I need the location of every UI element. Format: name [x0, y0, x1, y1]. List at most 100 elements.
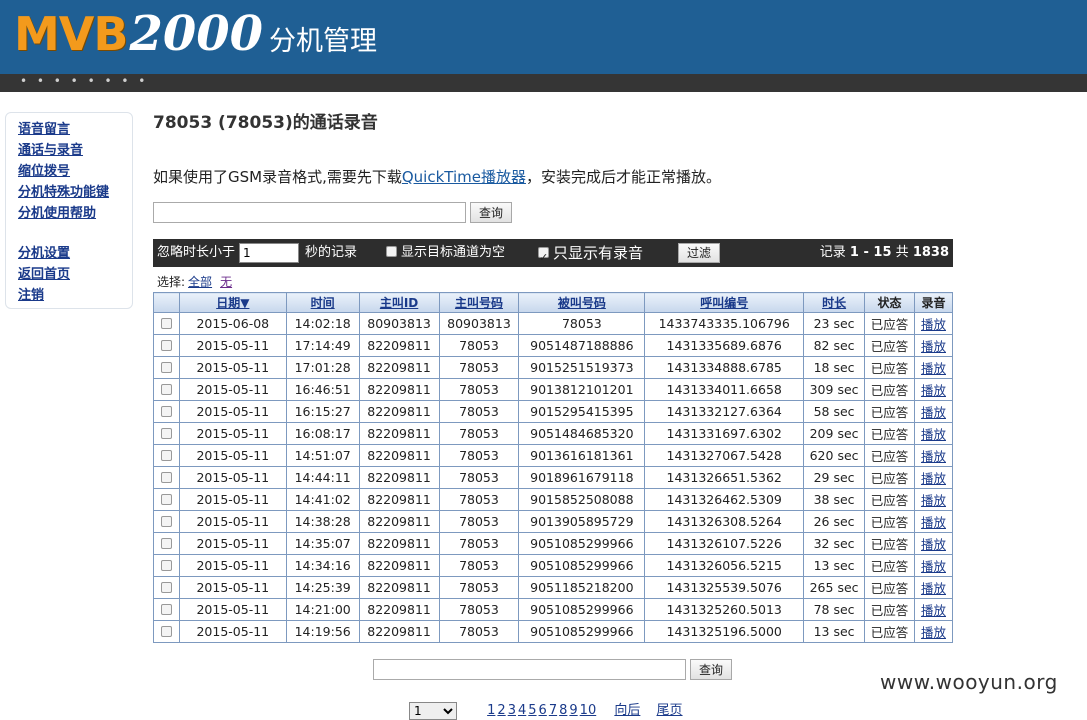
select-row: 选择: 全部无 [157, 273, 232, 290]
play-link[interactable]: 播放 [921, 515, 946, 530]
sidebar-item-logout[interactable]: 注销 [18, 285, 132, 306]
play-link[interactable]: 播放 [921, 449, 946, 464]
play-link[interactable]: 播放 [921, 559, 946, 574]
only-recorded-checkbox[interactable] [538, 244, 549, 272]
search-button-bottom[interactable]: 查询 [690, 659, 733, 680]
header-caller-id[interactable]: 主叫ID [358, 292, 440, 313]
cell-call-id: 1431326056.5215 [644, 554, 805, 577]
row-checkbox[interactable] [160, 494, 172, 505]
row-checkbox[interactable] [160, 428, 172, 439]
sidebar-item-calls-recordings[interactable]: 通话与录音 [18, 140, 132, 161]
cell-duration: 620 sec [803, 444, 866, 467]
cell-date: 2015-05-11 [178, 444, 287, 467]
sidebar-item-home[interactable]: 返回首页 [18, 264, 132, 285]
only-recorded-toggle[interactable]: 只显示有录音 [538, 239, 643, 272]
row-checkbox[interactable] [160, 340, 172, 351]
header-time[interactable]: 时间 [285, 292, 360, 313]
cell-caller-id: 82209811 [358, 620, 440, 643]
play-link[interactable]: 播放 [921, 471, 946, 486]
search-input-top[interactable] [153, 202, 466, 223]
sort-date-link[interactable]: 日期▼ [216, 296, 249, 310]
row-checkbox[interactable] [160, 516, 172, 527]
cell-callee: 9013616181361 [518, 444, 646, 467]
header-duration[interactable]: 时长 [803, 292, 866, 313]
sidebar-item-help[interactable]: 分机使用帮助 [18, 203, 132, 224]
cell-call-id: 1431331697.6302 [644, 422, 805, 445]
row-checkbox[interactable] [160, 582, 172, 593]
play-link[interactable]: 播放 [921, 581, 946, 596]
records-total: 1838 [912, 245, 949, 260]
cell-callee: 9018961679118 [518, 466, 646, 489]
row-checkbox[interactable] [160, 626, 172, 637]
header-caller-number[interactable]: 主叫号码 [438, 292, 520, 313]
sidebar-item-settings[interactable]: 分机设置 [18, 243, 132, 264]
header-callee-number[interactable]: 被叫号码 [518, 292, 646, 313]
select-label: 选择: [157, 275, 186, 289]
cell-call-id: 1431335689.6876 [644, 334, 805, 357]
row-select-cell [153, 620, 180, 643]
sort-call-id-link[interactable]: 呼叫编号 [700, 296, 748, 310]
play-link[interactable]: 播放 [921, 603, 946, 618]
play-link[interactable]: 播放 [921, 361, 946, 376]
records-prefix: 记录 [819, 245, 846, 260]
play-link[interactable]: 播放 [921, 537, 946, 552]
header-call-id[interactable]: 呼叫编号 [644, 292, 805, 313]
show-target-empty-label: 显示目标通道为空 [401, 245, 506, 260]
play-link[interactable]: 播放 [921, 405, 946, 420]
search-button-top[interactable]: 查询 [470, 202, 513, 223]
cell-caller-number: 78053 [438, 620, 520, 643]
cell-recording: 播放 [913, 312, 954, 335]
sidebar-item-special-keys[interactable]: 分机特殊功能键 [18, 182, 132, 203]
play-link[interactable]: 播放 [921, 427, 946, 442]
table-row: 2015-05-11 14:25:39 82209811 78053 905118521… [153, 576, 954, 599]
cell-date: 2015-06-08 [178, 312, 287, 335]
sort-time-link[interactable]: 时间 [311, 296, 335, 310]
quicktime-link[interactable]: QuickTime播放器 [402, 168, 526, 186]
row-checkbox[interactable] [160, 384, 172, 395]
header-date[interactable]: 日期▼ [178, 292, 287, 313]
row-checkbox[interactable] [160, 604, 172, 615]
play-link[interactable]: 播放 [921, 625, 946, 640]
filter-bar: 忽略时长小于 秒的记录 显示目标通道为空 只显示有录音 过滤 记录 1 - 15… [153, 239, 953, 272]
cell-caller-id: 82209811 [358, 444, 440, 467]
ignore-duration-input[interactable] [239, 242, 299, 263]
table-row: 2015-05-11 17:14:49 82209811 78053 905148718… [153, 334, 954, 357]
select-all-link[interactable]: 全部 [188, 275, 212, 289]
sort-duration-link[interactable]: 时长 [822, 296, 846, 310]
row-checkbox[interactable] [160, 560, 172, 571]
row-checkbox[interactable] [160, 406, 172, 417]
row-checkbox[interactable] [160, 318, 172, 329]
play-link[interactable]: 播放 [921, 317, 946, 332]
cell-recording: 播放 [913, 356, 954, 379]
header-status: 状态 [864, 292, 915, 313]
search-input-bottom[interactable] [373, 659, 686, 680]
select-none-link[interactable]: 无 [220, 275, 232, 289]
cell-callee: 9015251519373 [518, 356, 646, 379]
row-checkbox[interactable] [160, 472, 172, 483]
play-link[interactable]: 播放 [921, 383, 946, 398]
row-checkbox[interactable] [160, 538, 172, 549]
play-link[interactable]: 播放 [921, 339, 946, 354]
row-checkbox[interactable] [160, 362, 172, 373]
sort-caller-id-link[interactable]: 主叫ID [380, 296, 418, 310]
sort-caller-number-link[interactable]: 主叫号码 [455, 296, 503, 310]
row-select-cell [153, 444, 180, 467]
cell-callee: 9013905895729 [518, 510, 646, 533]
cell-recording: 播放 [913, 466, 954, 489]
filter-button[interactable]: 过滤 [678, 242, 721, 263]
cell-duration: 82 sec [803, 334, 866, 357]
show-target-empty-checkbox[interactable] [386, 246, 397, 257]
app-header: MVB2000 分机管理 [0, 0, 1087, 74]
row-checkbox[interactable] [160, 450, 172, 461]
cell-date: 2015-05-11 [178, 510, 287, 533]
cell-time: 14:34:16 [285, 554, 360, 577]
sort-callee-number-link[interactable]: 被叫号码 [558, 296, 606, 310]
play-link[interactable]: 播放 [921, 493, 946, 508]
sidebar-item-voicemail[interactable]: 语音留言 [18, 119, 132, 140]
show-target-empty-toggle[interactable]: 显示目标通道为空 [386, 239, 505, 267]
sidebar-item-speed-dial[interactable]: 缩位拨号 [18, 161, 132, 182]
cell-date: 2015-05-11 [178, 620, 287, 643]
cell-date: 2015-05-11 [178, 598, 287, 621]
cell-status: 已应答 [864, 510, 915, 533]
